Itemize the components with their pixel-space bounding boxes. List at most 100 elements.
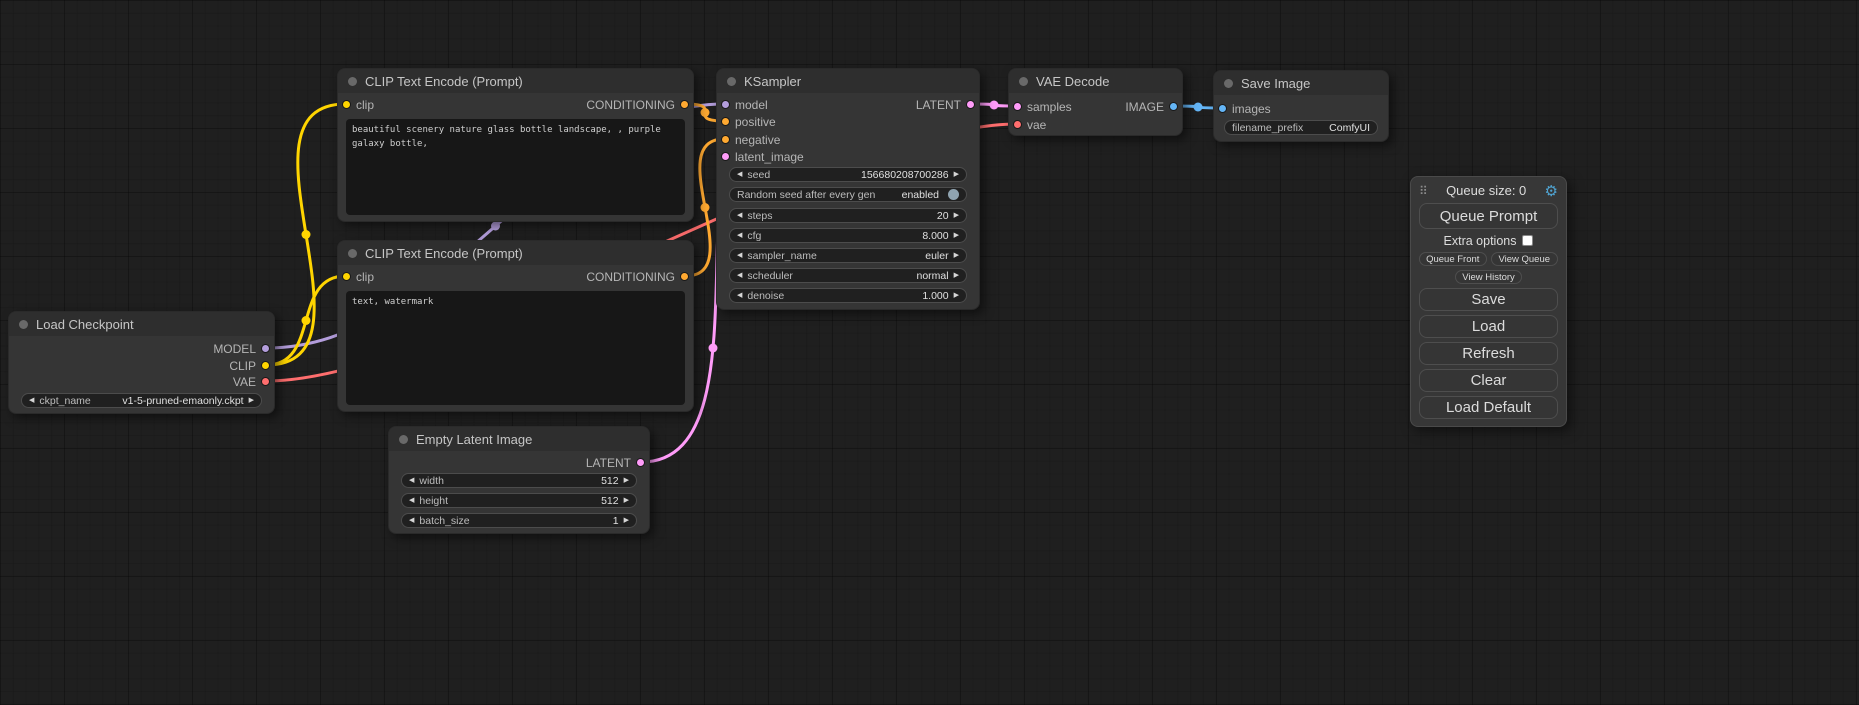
latent-output-port[interactable] [966, 100, 975, 109]
toggle-dot-icon[interactable] [948, 189, 959, 200]
filename-prefix-widget[interactable]: filename_prefix ComfyUI [1224, 120, 1378, 135]
widget-value: normal [917, 270, 949, 282]
node-empty-latent-image[interactable]: Empty Latent Image LATENT ◀ width 512 ▶ … [388, 426, 650, 534]
decrement-icon[interactable]: ◀ [29, 397, 34, 404]
increment-icon[interactable]: ▶ [624, 477, 629, 484]
view-queue-button[interactable]: View Queue [1491, 252, 1559, 266]
decrement-icon[interactable]: ◀ [737, 232, 742, 239]
node-vae-decode[interactable]: VAE Decode samples vae IMAGE [1008, 68, 1183, 136]
decrement-icon[interactable]: ◀ [737, 292, 742, 299]
node-clip-text-encode-negative[interactable]: CLIP Text Encode (Prompt) clip CONDITION… [337, 240, 694, 412]
widget-label: steps [747, 210, 772, 222]
extra-options-checkbox[interactable] [1522, 235, 1533, 246]
queue-menu-panel: ⠿ Queue size: 0 ⚙ Queue Prompt Extra opt… [1410, 176, 1567, 427]
vae-output-port[interactable] [261, 377, 270, 386]
refresh-button[interactable]: Refresh [1419, 342, 1558, 365]
node-graph-canvas[interactable]: Load Checkpoint MODEL CLIP VAE ◀ ckpt_na… [0, 0, 1859, 705]
load-default-button[interactable]: Load Default [1419, 396, 1558, 419]
node-title-bar[interactable]: KSampler [717, 69, 979, 93]
height-widget[interactable]: ◀ height 512 ▶ [401, 493, 637, 508]
latent-image-input-port[interactable] [721, 152, 730, 161]
increment-icon[interactable]: ▶ [954, 292, 959, 299]
node-title-bar[interactable]: CLIP Text Encode (Prompt) [338, 69, 693, 93]
node-title-bar[interactable]: Save Image [1214, 71, 1388, 95]
increment-icon[interactable]: ▶ [624, 517, 629, 524]
node-title: Load Checkpoint [36, 317, 134, 332]
decrement-icon[interactable]: ◀ [409, 477, 414, 484]
view-history-button[interactable]: View History [1455, 270, 1522, 284]
save-button[interactable]: Save [1419, 288, 1558, 311]
scheduler-widget[interactable]: ◀ scheduler normal ▶ [729, 268, 967, 283]
steps-widget[interactable]: ◀ steps 20 ▶ [729, 208, 967, 223]
conditioning-output-port[interactable] [680, 272, 689, 281]
decrement-icon[interactable]: ◀ [737, 252, 742, 259]
settings-gear-icon[interactable]: ⚙ [1545, 182, 1558, 200]
image-output-port[interactable] [1169, 102, 1178, 111]
latent-output-port[interactable] [636, 458, 645, 467]
model-input-port[interactable] [721, 100, 730, 109]
node-title: KSampler [744, 74, 801, 89]
clear-button[interactable]: Clear [1419, 369, 1558, 392]
node-collapse-dot[interactable] [348, 249, 357, 258]
conditioning-output-port[interactable] [680, 100, 689, 109]
widget-label: batch_size [419, 515, 469, 527]
vae-input-port[interactable] [1013, 120, 1022, 129]
increment-icon[interactable]: ▶ [954, 212, 959, 219]
queue-front-button[interactable]: Queue Front [1419, 252, 1487, 266]
prompt-textarea[interactable]: beautiful scenery nature glass bottle la… [346, 119, 685, 215]
widget-value: euler [925, 250, 948, 262]
widget-value: 1 [613, 515, 619, 527]
widget-value: 156680208700286 [861, 169, 949, 181]
widget-label: sampler_name [747, 250, 816, 262]
node-collapse-dot[interactable] [1019, 77, 1028, 86]
batch-size-widget[interactable]: ◀ batch_size 1 ▶ [401, 513, 637, 528]
increment-icon[interactable]: ▶ [249, 397, 254, 404]
model-output-port[interactable] [261, 344, 270, 353]
positive-input-port[interactable] [721, 117, 730, 126]
ckpt-name-widget[interactable]: ◀ ckpt_name v1-5-pruned-emaonly.ckpt ▶ [21, 393, 262, 408]
drag-handle-icon[interactable]: ⠿ [1419, 184, 1428, 198]
prompt-textarea[interactable]: text, watermark [346, 291, 685, 405]
clip-input-port[interactable] [342, 272, 351, 281]
node-collapse-dot[interactable] [727, 77, 736, 86]
sampler-name-widget[interactable]: ◀ sampler_name euler ▶ [729, 248, 967, 263]
node-title-bar[interactable]: Empty Latent Image [389, 427, 649, 451]
wire-midpoint-dot [990, 101, 999, 110]
clip-output-port[interactable] [261, 361, 270, 370]
node-save-image[interactable]: Save Image images filename_prefix ComfyU… [1213, 70, 1389, 142]
clip-input-port[interactable] [342, 100, 351, 109]
widget-label: Random seed after every gen [737, 189, 875, 201]
node-collapse-dot[interactable] [19, 320, 28, 329]
samples-input-port[interactable] [1013, 102, 1022, 111]
input-slot-positive: positive [735, 115, 776, 129]
increment-icon[interactable]: ▶ [954, 272, 959, 279]
increment-icon[interactable]: ▶ [954, 232, 959, 239]
queue-prompt-button[interactable]: Queue Prompt [1419, 203, 1558, 229]
load-button[interactable]: Load [1419, 315, 1558, 338]
width-widget[interactable]: ◀ width 512 ▶ [401, 473, 637, 488]
decrement-icon[interactable]: ◀ [409, 517, 414, 524]
node-load-checkpoint[interactable]: Load Checkpoint MODEL CLIP VAE ◀ ckpt_na… [8, 311, 275, 414]
random-seed-toggle-widget[interactable]: Random seed after every gen enabled [729, 187, 967, 202]
node-title-bar[interactable]: CLIP Text Encode (Prompt) [338, 241, 693, 265]
decrement-icon[interactable]: ◀ [737, 212, 742, 219]
increment-icon[interactable]: ▶ [954, 171, 959, 178]
node-collapse-dot[interactable] [348, 77, 357, 86]
decrement-icon[interactable]: ◀ [409, 497, 414, 504]
images-input-port[interactable] [1218, 104, 1227, 113]
node-title-bar[interactable]: VAE Decode [1009, 69, 1182, 93]
cfg-widget[interactable]: ◀ cfg 8.000 ▶ [729, 228, 967, 243]
node-collapse-dot[interactable] [1224, 79, 1233, 88]
node-title-bar[interactable]: Load Checkpoint [9, 312, 274, 336]
node-collapse-dot[interactable] [399, 435, 408, 444]
node-ksampler[interactable]: KSampler model positive negative latent_… [716, 68, 980, 310]
increment-icon[interactable]: ▶ [624, 497, 629, 504]
decrement-icon[interactable]: ◀ [737, 171, 742, 178]
increment-icon[interactable]: ▶ [954, 252, 959, 259]
output-slot-model: MODEL [213, 342, 256, 356]
denoise-widget[interactable]: ◀ denoise 1.000 ▶ [729, 288, 967, 303]
negative-input-port[interactable] [721, 135, 730, 144]
node-clip-text-encode-positive[interactable]: CLIP Text Encode (Prompt) clip CONDITION… [337, 68, 694, 222]
decrement-icon[interactable]: ◀ [737, 272, 742, 279]
seed-widget[interactable]: ◀ seed 156680208700286 ▶ [729, 167, 967, 182]
